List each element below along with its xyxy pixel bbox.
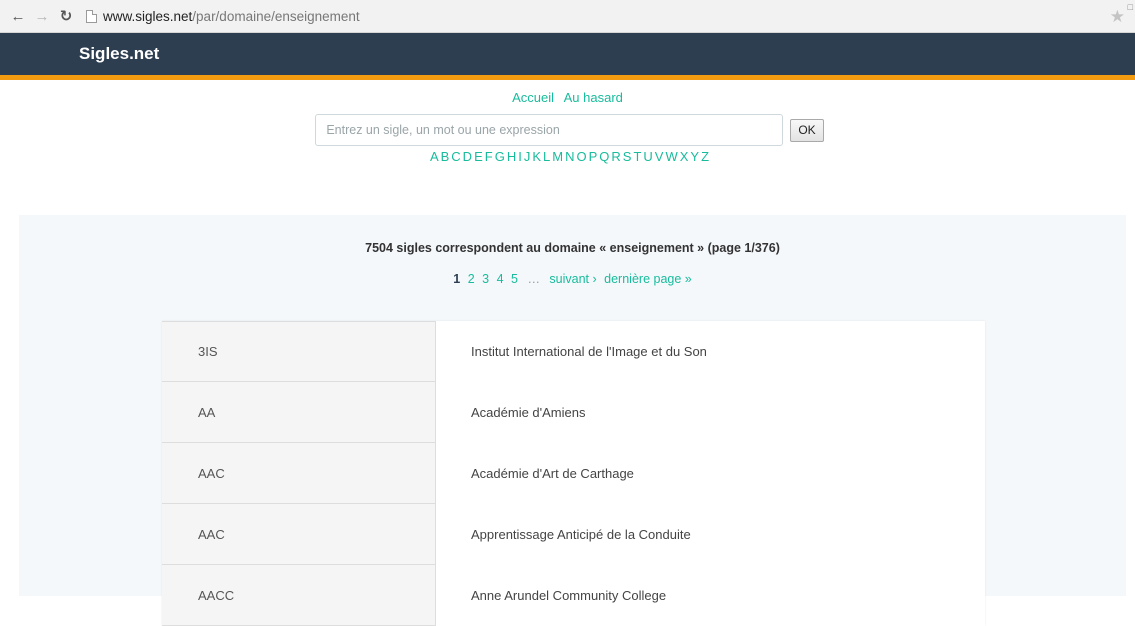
pagination-ellipsis: … bbox=[527, 272, 540, 286]
pagination-page-4[interactable]: 4 bbox=[497, 272, 504, 286]
alphabet-letter-b[interactable]: B bbox=[441, 149, 450, 164]
table-row[interactable]: AAC Apprentissage Anticipé de la Conduite bbox=[162, 504, 985, 565]
results-title: 7504 sigles correspondent au domaine « e… bbox=[365, 241, 780, 255]
sigle-cell[interactable]: AAC bbox=[162, 504, 436, 565]
alphabet-letter-i[interactable]: I bbox=[518, 149, 522, 164]
alphabet-letter-l[interactable]: L bbox=[543, 149, 550, 164]
table-row[interactable]: AA Académie d'Amiens bbox=[162, 382, 985, 443]
results-panel: 7504 sigles correspondent au domaine « e… bbox=[19, 215, 1126, 626]
search-form: OK bbox=[0, 114, 1135, 146]
definition-cell[interactable]: Académie d'Amiens bbox=[436, 382, 985, 443]
alphabet-letter-a[interactable]: A bbox=[430, 149, 439, 164]
alphabet-letter-x[interactable]: X bbox=[680, 149, 689, 164]
sigle-cell[interactable]: AA bbox=[162, 382, 436, 443]
alphabet-letter-m[interactable]: M bbox=[552, 149, 563, 164]
sigle-table: 3IS Institut International de l'Image et … bbox=[162, 321, 985, 626]
pagination-current: 1 bbox=[453, 272, 461, 286]
forward-arrow-icon[interactable]: → bbox=[32, 6, 52, 26]
alphabet-letter-o[interactable]: O bbox=[576, 149, 586, 164]
back-arrow-icon[interactable]: ← bbox=[8, 6, 28, 26]
alphabet-letter-p[interactable]: P bbox=[589, 149, 598, 164]
url-host: www.sigles.net bbox=[103, 8, 193, 24]
alphabet-letter-v[interactable]: V bbox=[655, 149, 664, 164]
nav-link-home[interactable]: Accueil bbox=[512, 90, 554, 105]
pagination-page-3[interactable]: 3 bbox=[482, 272, 489, 286]
site-logo-link[interactable]: Sigles.net bbox=[79, 44, 159, 64]
sigle-cell[interactable]: AAC bbox=[162, 443, 436, 504]
alphabet-letter-e[interactable]: E bbox=[474, 149, 483, 164]
sigle-cell[interactable]: 3IS bbox=[162, 321, 436, 382]
alphabet-letter-u[interactable]: U bbox=[643, 149, 652, 164]
pagination-page-2[interactable]: 2 bbox=[468, 272, 475, 286]
nav-link-random[interactable]: Au hasard bbox=[564, 90, 623, 105]
alphabet-letter-z[interactable]: Z bbox=[701, 149, 709, 164]
alphabet-letter-f[interactable]: F bbox=[485, 149, 493, 164]
alphabet-letter-s[interactable]: S bbox=[623, 149, 632, 164]
address-bar[interactable]: www.sigles.net/par/domaine/enseignement bbox=[86, 4, 1127, 28]
reload-icon[interactable]: ↻ bbox=[56, 6, 76, 26]
alphabet-letter-k[interactable]: K bbox=[532, 149, 541, 164]
search-ok-button[interactable]: OK bbox=[790, 118, 824, 142]
extension-icon[interactable]: □ bbox=[1128, 2, 1133, 12]
alphabet-letter-q[interactable]: Q bbox=[599, 149, 609, 164]
alphabet-letter-w[interactable]: W bbox=[665, 149, 677, 164]
alphabet-letter-t[interactable]: T bbox=[633, 149, 641, 164]
alphabet-letter-d[interactable]: D bbox=[463, 149, 472, 164]
alphabet-letter-h[interactable]: H bbox=[507, 149, 516, 164]
browser-toolbar: ← → ↻ www.sigles.net/par/domaine/enseign… bbox=[0, 0, 1135, 33]
search-input[interactable] bbox=[315, 114, 784, 146]
pagination: 1 2 3 4 5 … suivant › dernière page » bbox=[19, 272, 1126, 286]
definition-cell[interactable]: Apprentissage Anticipé de la Conduite bbox=[436, 504, 985, 565]
top-nav: Accueil Au hasard bbox=[0, 90, 1135, 105]
pagination-page-5[interactable]: 5 bbox=[511, 272, 518, 286]
alphabet-letter-y[interactable]: Y bbox=[690, 149, 699, 164]
definition-cell[interactable]: Académie d'Art de Carthage bbox=[436, 443, 985, 504]
table-row[interactable]: AAC Académie d'Art de Carthage bbox=[162, 443, 985, 504]
pagination-next[interactable]: suivant › bbox=[549, 272, 596, 286]
alphabet-index: ABCDEFGHIJKLMNOPQRSTUVWXYZ bbox=[0, 149, 1135, 164]
alphabet-letter-c[interactable]: C bbox=[451, 149, 460, 164]
bookmark-star-icon[interactable]: ★ bbox=[1110, 7, 1125, 27]
url-path: /par/domaine/enseignement bbox=[192, 8, 360, 24]
table-row[interactable]: 3IS Institut International de l'Image et … bbox=[162, 321, 985, 382]
pagination-last[interactable]: dernière page » bbox=[604, 272, 692, 286]
alphabet-letter-j[interactable]: J bbox=[524, 149, 531, 164]
alphabet-letter-g[interactable]: G bbox=[495, 149, 505, 164]
alphabet-letter-r[interactable]: R bbox=[611, 149, 620, 164]
definition-cell[interactable]: Institut International de l'Image et du … bbox=[436, 321, 985, 382]
site-header: Sigles.net bbox=[0, 33, 1135, 80]
page-icon bbox=[86, 9, 97, 23]
alphabet-letter-n[interactable]: N bbox=[565, 149, 574, 164]
